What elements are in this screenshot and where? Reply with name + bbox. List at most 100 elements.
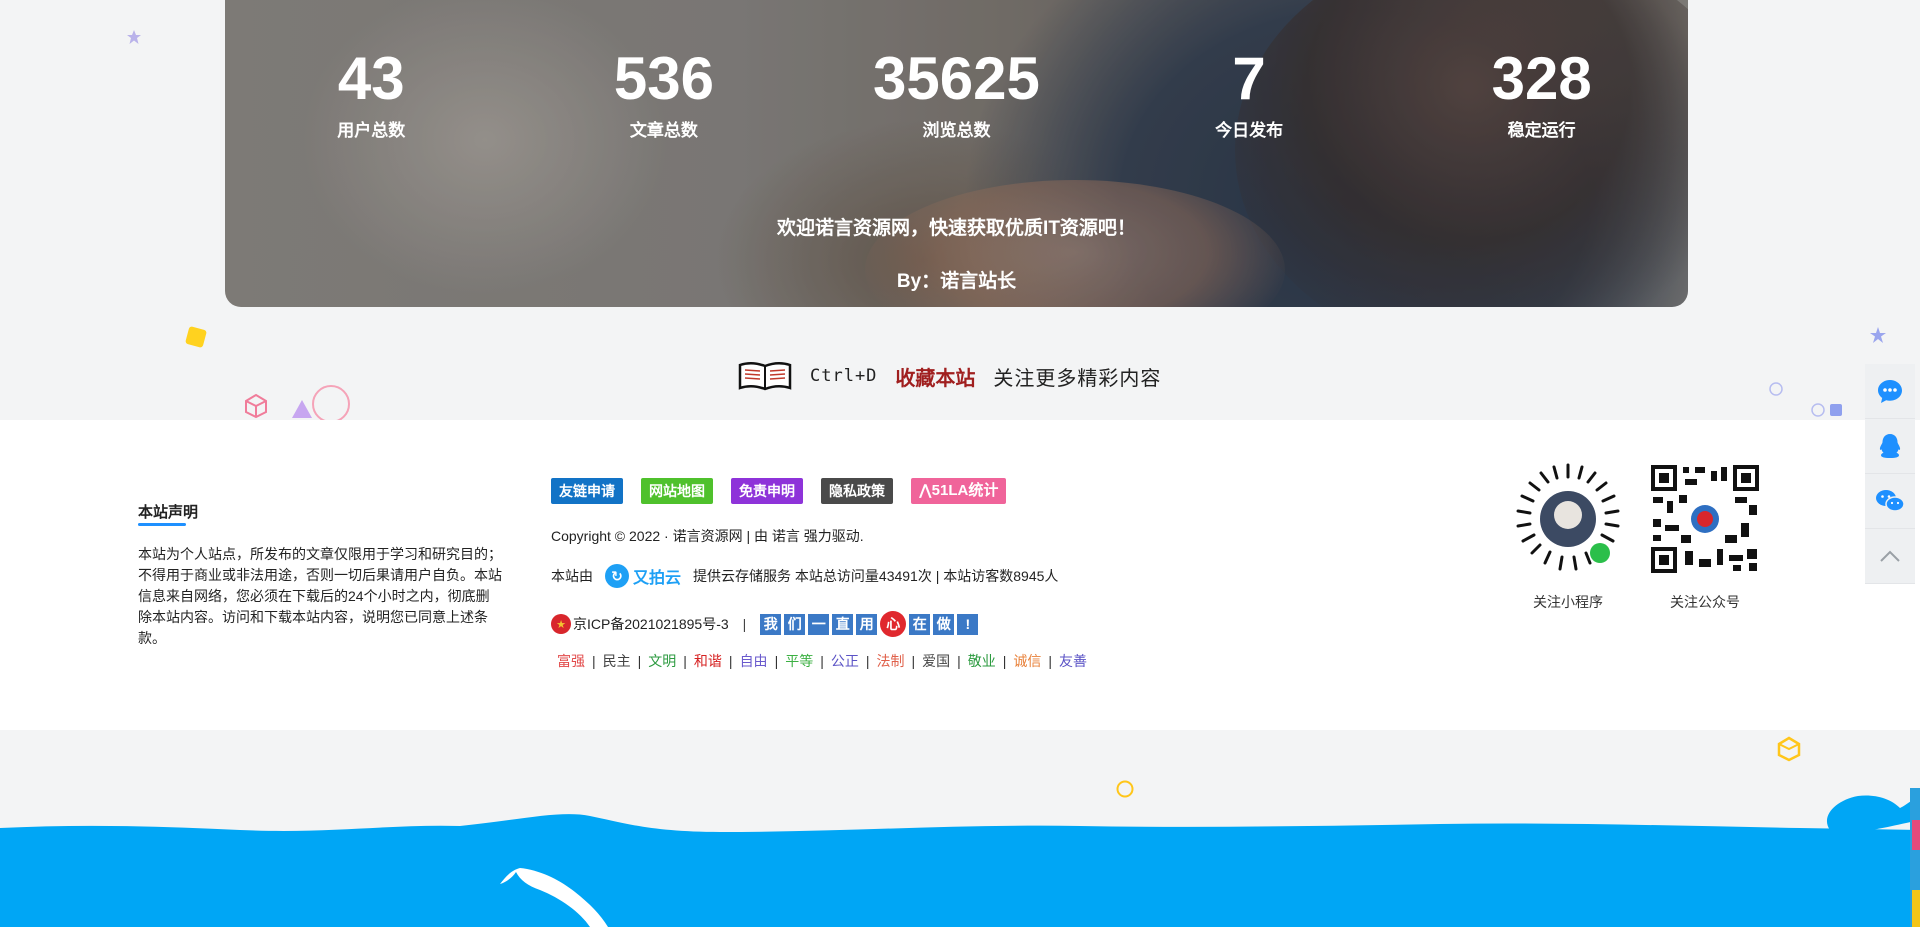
hosting-info: 本站由 ↻ 又拍云 提供云存储服务 本站总访问量43491次 | 本站访客数894… [551, 564, 1058, 588]
core-value-item: 平等 [785, 653, 814, 669]
stat-label: 浏览总数 [922, 121, 991, 140]
link-sitemap[interactable]: 网站地图 [641, 478, 713, 504]
upyun-brand: 又拍云 [633, 570, 682, 587]
hosting-suffix: 提供云存储服务 本站总访问量43491次 | 本站访客数8945人 [693, 568, 1059, 584]
slogan-char: 在 [909, 613, 931, 635]
welcome-text: 欢迎诺言资源网，快速获取优质IT资源吧！ [777, 218, 1136, 239]
core-value-item: 友善 [1059, 653, 1088, 669]
core-value-separator: | [774, 653, 779, 669]
qq-button[interactable] [1865, 419, 1915, 474]
stats-row: 43 用户总数 536 文章总数 35625 浏览总数 7 今日发布 328 稳… [225, 44, 1688, 141]
stat-value: 536 [613, 45, 714, 112]
core-value-separator: | [728, 653, 733, 669]
link-disclaimer[interactable]: 免责申明 [731, 478, 803, 504]
copyright-text: Copyright © 2022 · 诺言资源网 | 由 诺言 强力驱动. [551, 528, 864, 544]
site-footer: 本站声明 本站为个人站点，所发布的文章仅限用于学习和研究目的；不得用于商业或非法… [0, 420, 1920, 730]
notice-underline [138, 523, 186, 526]
qr-official-account: 关注公众号 [1649, 463, 1761, 612]
back-to-top-icon [1880, 550, 1900, 562]
stat-articles: 536 文章总数 [518, 44, 811, 141]
core-value-separator: | [683, 653, 687, 669]
stat-value: 7 [1232, 45, 1266, 112]
open-book-icon [738, 362, 792, 391]
core-value-separator: | [637, 653, 642, 669]
core-value-item: 和谐 [693, 653, 722, 669]
stat-uptime: 328 稳定运行 [1395, 44, 1688, 141]
qq-icon [1879, 434, 1901, 458]
link-51la[interactable]: ⋀51LA统计 [911, 478, 1007, 504]
core-value-item: 民主 [602, 653, 631, 669]
stat-views: 35625 浏览总数 [810, 44, 1103, 141]
stat-label: 今日发布 [1215, 121, 1284, 140]
core-value-separator: | [1048, 653, 1053, 669]
national-emblem-icon: ★ [551, 614, 571, 634]
slogan-char: 用 [856, 613, 878, 635]
cube-deco-icon [245, 393, 267, 419]
core-value-separator: | [1002, 653, 1007, 669]
stat-label: 稳定运行 [1507, 121, 1576, 140]
stat-value: 43 [337, 45, 405, 112]
icp-row: ★ 京ICP备2021021895号-3 | 我 们 一 直 用 心 在 做 ! [551, 611, 979, 637]
qr-miniprogram: 关注小程序 [1512, 463, 1624, 612]
core-value-item: 敬业 [967, 653, 996, 669]
link-51la-label: 51LA统计 [931, 482, 999, 499]
link-privacy[interactable]: 隐私政策 [821, 478, 893, 504]
stat-label: 用户总数 [337, 121, 406, 140]
stat-value: 328 [1491, 45, 1592, 112]
shortcut-text: Ctrl+D [810, 366, 878, 386]
upyun-logo[interactable]: ↻ 又拍云 [605, 564, 681, 588]
hosting-prefix: 本站由 [551, 568, 593, 584]
wechat-icon [1876, 490, 1905, 512]
core-value-separator: | [911, 653, 916, 669]
dot-square-deco-icon [1811, 403, 1842, 417]
bookmark-tip[interactable]: Ctrl+D 收藏本站 关注更多精彩内容 [738, 360, 1161, 392]
small-ring-deco-icon [1769, 382, 1783, 396]
upyun-cloud-icon: ↻ [605, 564, 629, 588]
ring-deco-icon [312, 385, 350, 423]
miniprogram-qr-icon [1516, 463, 1620, 571]
core-value-separator: | [957, 653, 961, 669]
footer-links: 友链申请 网站地图 免责申明 隐私政策 ⋀51LA统计 [551, 478, 1007, 504]
star-deco-right-icon [1870, 327, 1886, 343]
bookmark-tip-text: 关注更多精彩内容 [993, 367, 1162, 390]
official-account-qr-icon [1649, 463, 1761, 575]
notice-body: 本站为个人站点，所发布的文章仅限用于学习和研究目的；不得用于商业或非法用途，否则… [138, 546, 502, 646]
core-value-item: 富强 [557, 653, 585, 669]
core-value-item: 爱国 [922, 653, 951, 669]
51la-icon: ⋀ [919, 482, 932, 499]
core-value-item: 诚信 [1013, 653, 1042, 669]
core-values: 富强 | 民主 | 文明 | 和谐 | 自由 | 平等 | 公正 | 法制 | 爱国 | 敬业 | 诚信 | 友善 [557, 651, 1087, 671]
link-friend-apply[interactable]: 友链申请 [551, 478, 623, 504]
stat-label: 文章总数 [629, 121, 698, 140]
core-value-item: 法制 [876, 653, 905, 669]
author-text: By：诺言站长 [896, 271, 1017, 292]
ocean-wave-footer [0, 788, 1920, 927]
stat-value: 35625 [873, 45, 1040, 112]
chat-bubble-icon [1878, 380, 1902, 403]
qr-label: 关注小程序 [1533, 594, 1603, 610]
back-to-top-button[interactable] [1865, 529, 1915, 584]
core-value-item: 文明 [648, 653, 677, 669]
icp-number[interactable]: 京ICP备2021021895号-3 [573, 614, 729, 634]
stats-banner: 43 用户总数 536 文章总数 35625 浏览总数 7 今日发布 328 稳… [225, 0, 1688, 307]
core-value-separator: | [865, 653, 870, 669]
star-deco-icon [127, 30, 141, 44]
square-deco-icon [185, 326, 207, 348]
core-value-item: 自由 [739, 653, 768, 669]
stat-today: 7 今日发布 [1103, 44, 1396, 141]
core-value-separator: | [592, 653, 596, 669]
slogan-char: 们 [784, 613, 806, 635]
cube-deco-yellow-icon [1777, 736, 1801, 762]
slogan-char: ! [957, 613, 979, 635]
wechat-button[interactable] [1865, 474, 1915, 529]
slogan-char: 我 [760, 613, 782, 635]
icp-separator: | [742, 616, 747, 632]
slogan-char: 做 [933, 613, 955, 635]
core-value-separator: | [820, 653, 824, 669]
bookmark-action[interactable]: 收藏本站 [895, 362, 975, 391]
notice-title: 本站声明 [138, 504, 199, 521]
slogan-char: 一 [808, 613, 830, 635]
online-chat-button[interactable] [1865, 364, 1915, 419]
slogan-badges: 我 们 一 直 用 心 在 做 ! [760, 611, 979, 637]
qr-label: 关注公众号 [1670, 594, 1740, 610]
